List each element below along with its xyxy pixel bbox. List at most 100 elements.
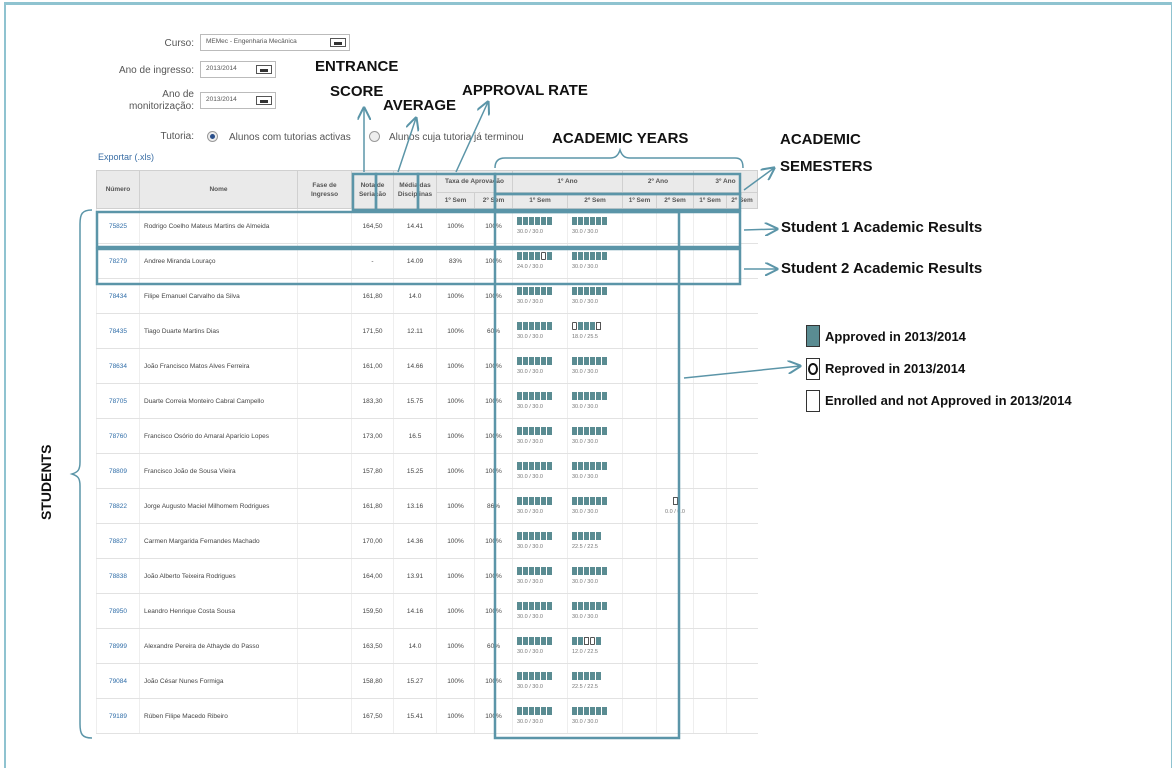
year1-sem1-cell: 30.0 / 30.0 (512, 593, 568, 629)
approved-block (547, 217, 552, 225)
rate-sem2-cell: 100% (474, 278, 513, 314)
year3-sem1-cell (693, 278, 727, 314)
header-average[interactable]: Média das Disciplinas (393, 170, 437, 209)
student-number-link[interactable]: 78950 (96, 593, 140, 629)
entry-year-select[interactable]: 2013/2014 (200, 61, 276, 78)
approved-block (529, 427, 534, 435)
student-number-link[interactable]: 78760 (96, 418, 140, 454)
approved-block (517, 672, 522, 680)
approved-block (529, 462, 534, 470)
student-number-link[interactable]: 79084 (96, 663, 140, 699)
legend-enrolled-label: Enrolled and not Approved in 2013/2014 (825, 393, 1072, 408)
approved-block (596, 497, 601, 505)
year2-sem2-cell: 0.0 / 6.0 (656, 488, 694, 524)
approved-block (523, 357, 528, 365)
student-number-link[interactable]: 78634 (96, 348, 140, 384)
approved-block (596, 637, 601, 645)
approved-block (541, 707, 546, 715)
export-xls-link[interactable]: Exportar (.xls) (98, 152, 154, 162)
approved-block (517, 567, 522, 575)
approved-block (523, 532, 528, 540)
entry-phase-cell (297, 243, 352, 279)
student-number-link[interactable]: 78838 (96, 558, 140, 594)
student-name: Rodrigo Coelho Mateus Martins de Almeida (139, 208, 298, 244)
approved-block (572, 287, 577, 295)
table-row: 78827 Carmen Margarida Fernandes Machado 1… (96, 523, 758, 559)
approved-block (547, 707, 552, 715)
average-cell: 15.25 (393, 453, 437, 489)
approved-block (517, 497, 522, 505)
credits-text: 30.0 / 30.0 (517, 229, 543, 235)
annotation-semesters-2: SEMESTERS (780, 158, 873, 175)
year2-sem2-cell (656, 453, 694, 489)
approved-block (596, 462, 601, 470)
approved-block (547, 462, 552, 470)
student-number-link[interactable]: 78435 (96, 313, 140, 349)
student-number-link[interactable]: 78279 (96, 243, 140, 279)
table-row: 78705 Duarte Correia Monteiro Cabral Camp… (96, 383, 758, 419)
table-row: 78434 Filipe Emanuel Carvalho da Silva 161… (96, 278, 758, 314)
approved-block (535, 602, 540, 610)
rate-sem2-cell: 100% (474, 418, 513, 454)
credits-text: 18.0 / 25.5 (572, 334, 598, 340)
year1-sem1-cell: 30.0 / 30.0 (512, 348, 568, 384)
student-number-link[interactable]: 79189 (96, 698, 140, 734)
credits-text: 30.0 / 30.0 (517, 509, 543, 515)
approved-block (578, 427, 583, 435)
year2-sem1-cell (622, 243, 657, 279)
header-name[interactable]: Nome (139, 170, 298, 209)
student-number-link[interactable]: 78434 (96, 278, 140, 314)
score-cell: 173,00 (351, 418, 394, 454)
table-row: 75825 Rodrigo Coelho Mateus Martins de Al… (96, 208, 758, 244)
year3-sem1-cell (693, 628, 727, 664)
header-sem: 2º Sem (726, 192, 758, 209)
approved-block (547, 287, 552, 295)
student-number-link[interactable]: 78822 (96, 488, 140, 524)
header-score[interactable]: Nota de Seriação (351, 170, 394, 209)
entry-phase-cell (297, 663, 352, 699)
approved-block (517, 322, 522, 330)
header-sem: 2º Sem (656, 192, 694, 209)
header-phase[interactable]: Fase de Ingresso (297, 170, 352, 209)
approved-block (529, 287, 534, 295)
approved-block (535, 392, 540, 400)
year1-sem1-cell: 30.0 / 30.0 (512, 208, 568, 244)
year1-sem1-cell: 30.0 / 30.0 (512, 418, 568, 454)
rate-sem2-cell: 100% (474, 208, 513, 244)
year3-sem1-cell (693, 488, 727, 524)
approved-block (523, 672, 528, 680)
year1-sem1-cell: 30.0 / 30.0 (512, 523, 568, 559)
student-number-link[interactable]: 78999 (96, 628, 140, 664)
approved-block (517, 287, 522, 295)
reproved-block (572, 322, 577, 330)
monitor-year-select[interactable]: 2013/2014 (200, 92, 276, 109)
student-number-link[interactable]: 78705 (96, 383, 140, 419)
approved-block (584, 567, 589, 575)
year1-sem2-cell: 30.0 / 30.0 (567, 418, 623, 454)
credit-blocks (568, 567, 622, 576)
table-row: 78809 Francisco João de Sousa Vieira 157,8… (96, 453, 758, 489)
entry-phase-cell (297, 208, 352, 244)
year3-sem1-cell (693, 698, 727, 734)
approved-block (578, 497, 583, 505)
header-number[interactable]: Número (96, 170, 140, 209)
enrolled-block (672, 497, 678, 505)
course-select[interactable]: MEMec - Engenharia Mecânica (200, 34, 350, 51)
student-number-link[interactable]: 78809 (96, 453, 140, 489)
student-number-link[interactable]: 75825 (96, 208, 140, 244)
approved-block (590, 217, 595, 225)
approved-block (529, 322, 534, 330)
annotation-semesters-1: ACADEMIC (780, 131, 861, 148)
monitor-year-label-line2: monitorização: (128, 101, 194, 112)
legend-reproved-label: Reproved in 2013/2014 (825, 361, 966, 376)
rate-sem2-cell: 100% (474, 383, 513, 419)
entry-phase-cell (297, 488, 352, 524)
approved-block (523, 217, 528, 225)
tutoring-finished-radio[interactable] (369, 131, 380, 142)
credits-text: 30.0 / 30.0 (572, 439, 598, 445)
credits-text: 30.0 / 30.0 (517, 614, 543, 620)
approved-block (584, 427, 589, 435)
tutoring-active-radio[interactable] (207, 131, 218, 142)
score-cell: 161,80 (351, 488, 394, 524)
student-number-link[interactable]: 78827 (96, 523, 140, 559)
